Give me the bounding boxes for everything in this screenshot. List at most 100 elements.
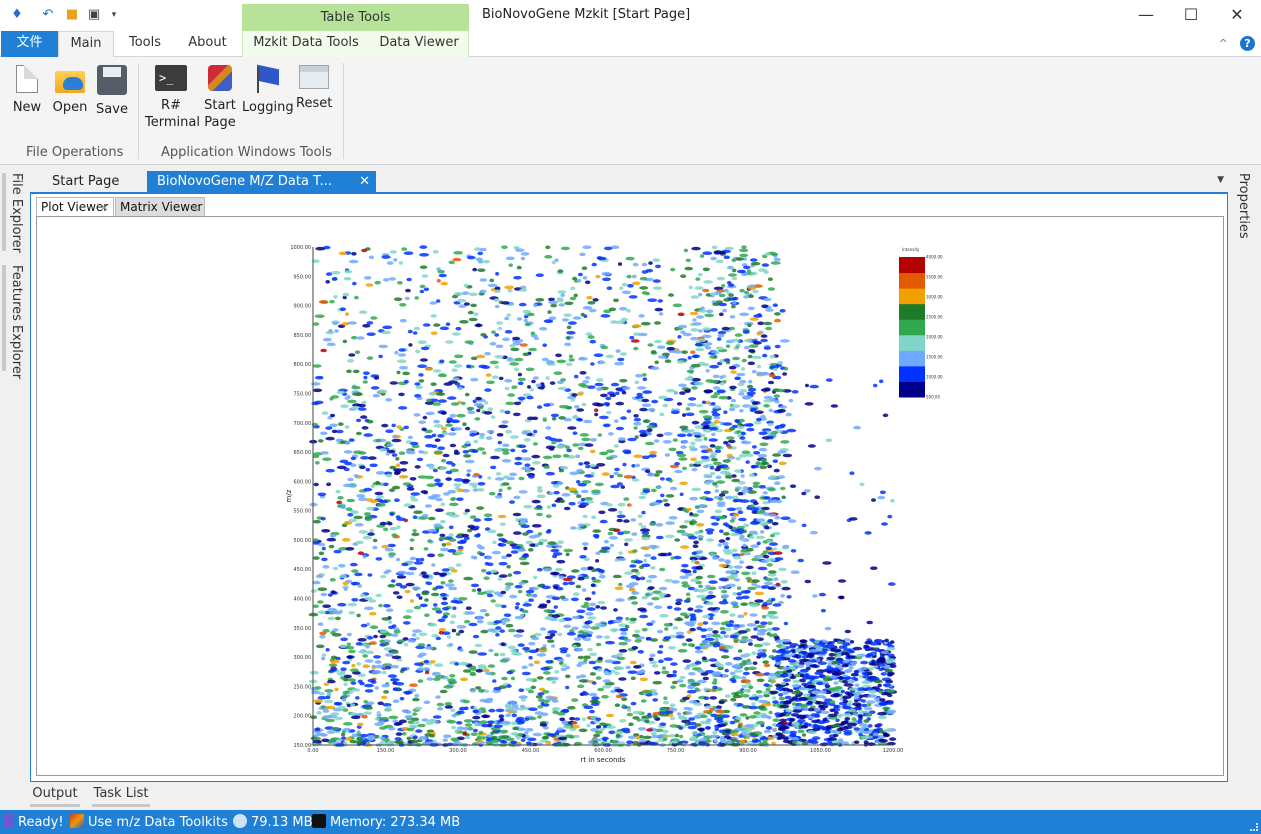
data-point [400, 667, 408, 671]
tab-mz-data[interactable]: BioNovoGene M/Z Data T... ✕ [147, 171, 376, 192]
data-point [558, 303, 565, 307]
open-button[interactable]: Open [52, 65, 88, 116]
data-point [391, 579, 396, 583]
data-point [393, 297, 403, 301]
data-point [704, 313, 715, 318]
data-point [672, 303, 683, 308]
data-point [574, 405, 580, 409]
maximize-button[interactable]: ☐ [1176, 5, 1206, 25]
data-point [396, 525, 401, 529]
data-point [820, 608, 826, 613]
tab-about[interactable]: About [180, 31, 235, 57]
data-point [760, 621, 768, 625]
data-point [509, 362, 520, 366]
data-point [676, 402, 683, 406]
data-point [654, 321, 661, 325]
data-point [735, 457, 741, 461]
data-point [807, 707, 815, 712]
data-point [650, 566, 656, 570]
data-point [727, 445, 733, 449]
data-point [507, 645, 516, 650]
tab-data-viewer[interactable]: Data Viewer [374, 31, 464, 57]
data-point [708, 580, 718, 584]
data-point [882, 413, 889, 418]
help-icon[interactable]: ? [1240, 36, 1255, 51]
save-icon[interactable]: ▣ [87, 8, 101, 22]
data-point [520, 256, 526, 261]
data-point [469, 433, 476, 437]
tab-file[interactable]: 文件 [1, 31, 58, 57]
data-point [442, 734, 452, 738]
data-point [636, 386, 647, 390]
data-point [321, 557, 328, 562]
data-point [775, 649, 786, 654]
data-point [431, 633, 439, 638]
data-point [370, 499, 378, 504]
new-button[interactable]: New [12, 65, 42, 116]
tab-matrix-viewer[interactable]: Matrix Viewer × [115, 197, 205, 217]
tab-start-page[interactable]: Start Page [42, 171, 148, 192]
logging-button[interactable]: Logging [242, 65, 294, 116]
data-point [501, 459, 512, 463]
data-point [732, 555, 742, 560]
data-point [461, 444, 468, 449]
data-point [405, 571, 415, 576]
minimize-button[interactable]: — [1131, 5, 1161, 25]
data-point [690, 615, 697, 620]
data-point [402, 371, 410, 376]
data-point [470, 732, 478, 736]
data-point [577, 272, 583, 277]
data-point [599, 549, 608, 553]
reset-button[interactable]: Reset [296, 65, 332, 112]
tab-tools[interactable]: Tools [120, 31, 170, 57]
data-point [619, 352, 628, 356]
tab-mzkit-data-tools[interactable]: Mzkit Data Tools [248, 31, 364, 57]
data-point [586, 607, 596, 611]
ms1-scatter-chart[interactable]: 0.00 150.00 300.00 450.00 600.00 750.00 900.00… [37, 217, 1223, 775]
properties-tab[interactable]: Properties [1236, 173, 1251, 239]
data-point [659, 722, 667, 726]
data-point [712, 405, 721, 409]
data-point [781, 687, 790, 692]
data-point [807, 700, 813, 705]
ribbon-collapse-icon[interactable]: ^ [1219, 37, 1228, 50]
data-point [700, 455, 710, 460]
tab-list-dropdown-icon[interactable]: ▼ [1217, 175, 1224, 185]
data-point [642, 735, 652, 740]
data-point [669, 734, 675, 738]
data-point [379, 716, 389, 721]
data-point [838, 676, 844, 680]
data-point [537, 532, 543, 536]
data-point [878, 656, 886, 661]
plot-viewer-panel[interactable]: 0.00 150.00 300.00 450.00 600.00 750.00 900.00… [36, 216, 1224, 776]
close-icon[interactable]: ✕ [359, 171, 370, 192]
data-point [867, 694, 878, 698]
data-point [596, 378, 604, 382]
undo-icon[interactable]: ↶ [41, 8, 55, 22]
features-explorer-tab[interactable]: Features Explorer [9, 265, 24, 379]
open-folder-icon[interactable]: ■ [65, 8, 79, 22]
quick-access-dropdown-icon[interactable]: ▾ [107, 8, 121, 22]
data-point [553, 371, 563, 375]
data-point [496, 433, 504, 437]
r-terminal-button[interactable]: >_ R# Terminal [145, 65, 200, 131]
data-point [437, 399, 447, 403]
data-point [787, 659, 797, 663]
data-point [646, 428, 653, 432]
close-button[interactable]: ✕ [1222, 5, 1252, 25]
data-point [577, 576, 585, 581]
data-point [434, 478, 441, 483]
start-page-button[interactable]: Start Page [202, 65, 238, 131]
close-icon[interactable]: × [100, 198, 109, 217]
tab-main[interactable]: Main [58, 31, 114, 58]
data-point [747, 384, 754, 389]
data-point [648, 454, 657, 458]
data-point [789, 730, 798, 735]
file-explorer-tab[interactable]: File Explorer [9, 173, 24, 253]
close-icon[interactable]: × [191, 198, 200, 217]
data-point [863, 644, 870, 649]
save-button[interactable]: Save [96, 65, 128, 118]
data-point [516, 317, 523, 321]
tab-mz-data-label: BioNovoGene M/Z Data T... [157, 174, 332, 189]
tab-plot-viewer[interactable]: Plot Viewer × [36, 197, 114, 217]
